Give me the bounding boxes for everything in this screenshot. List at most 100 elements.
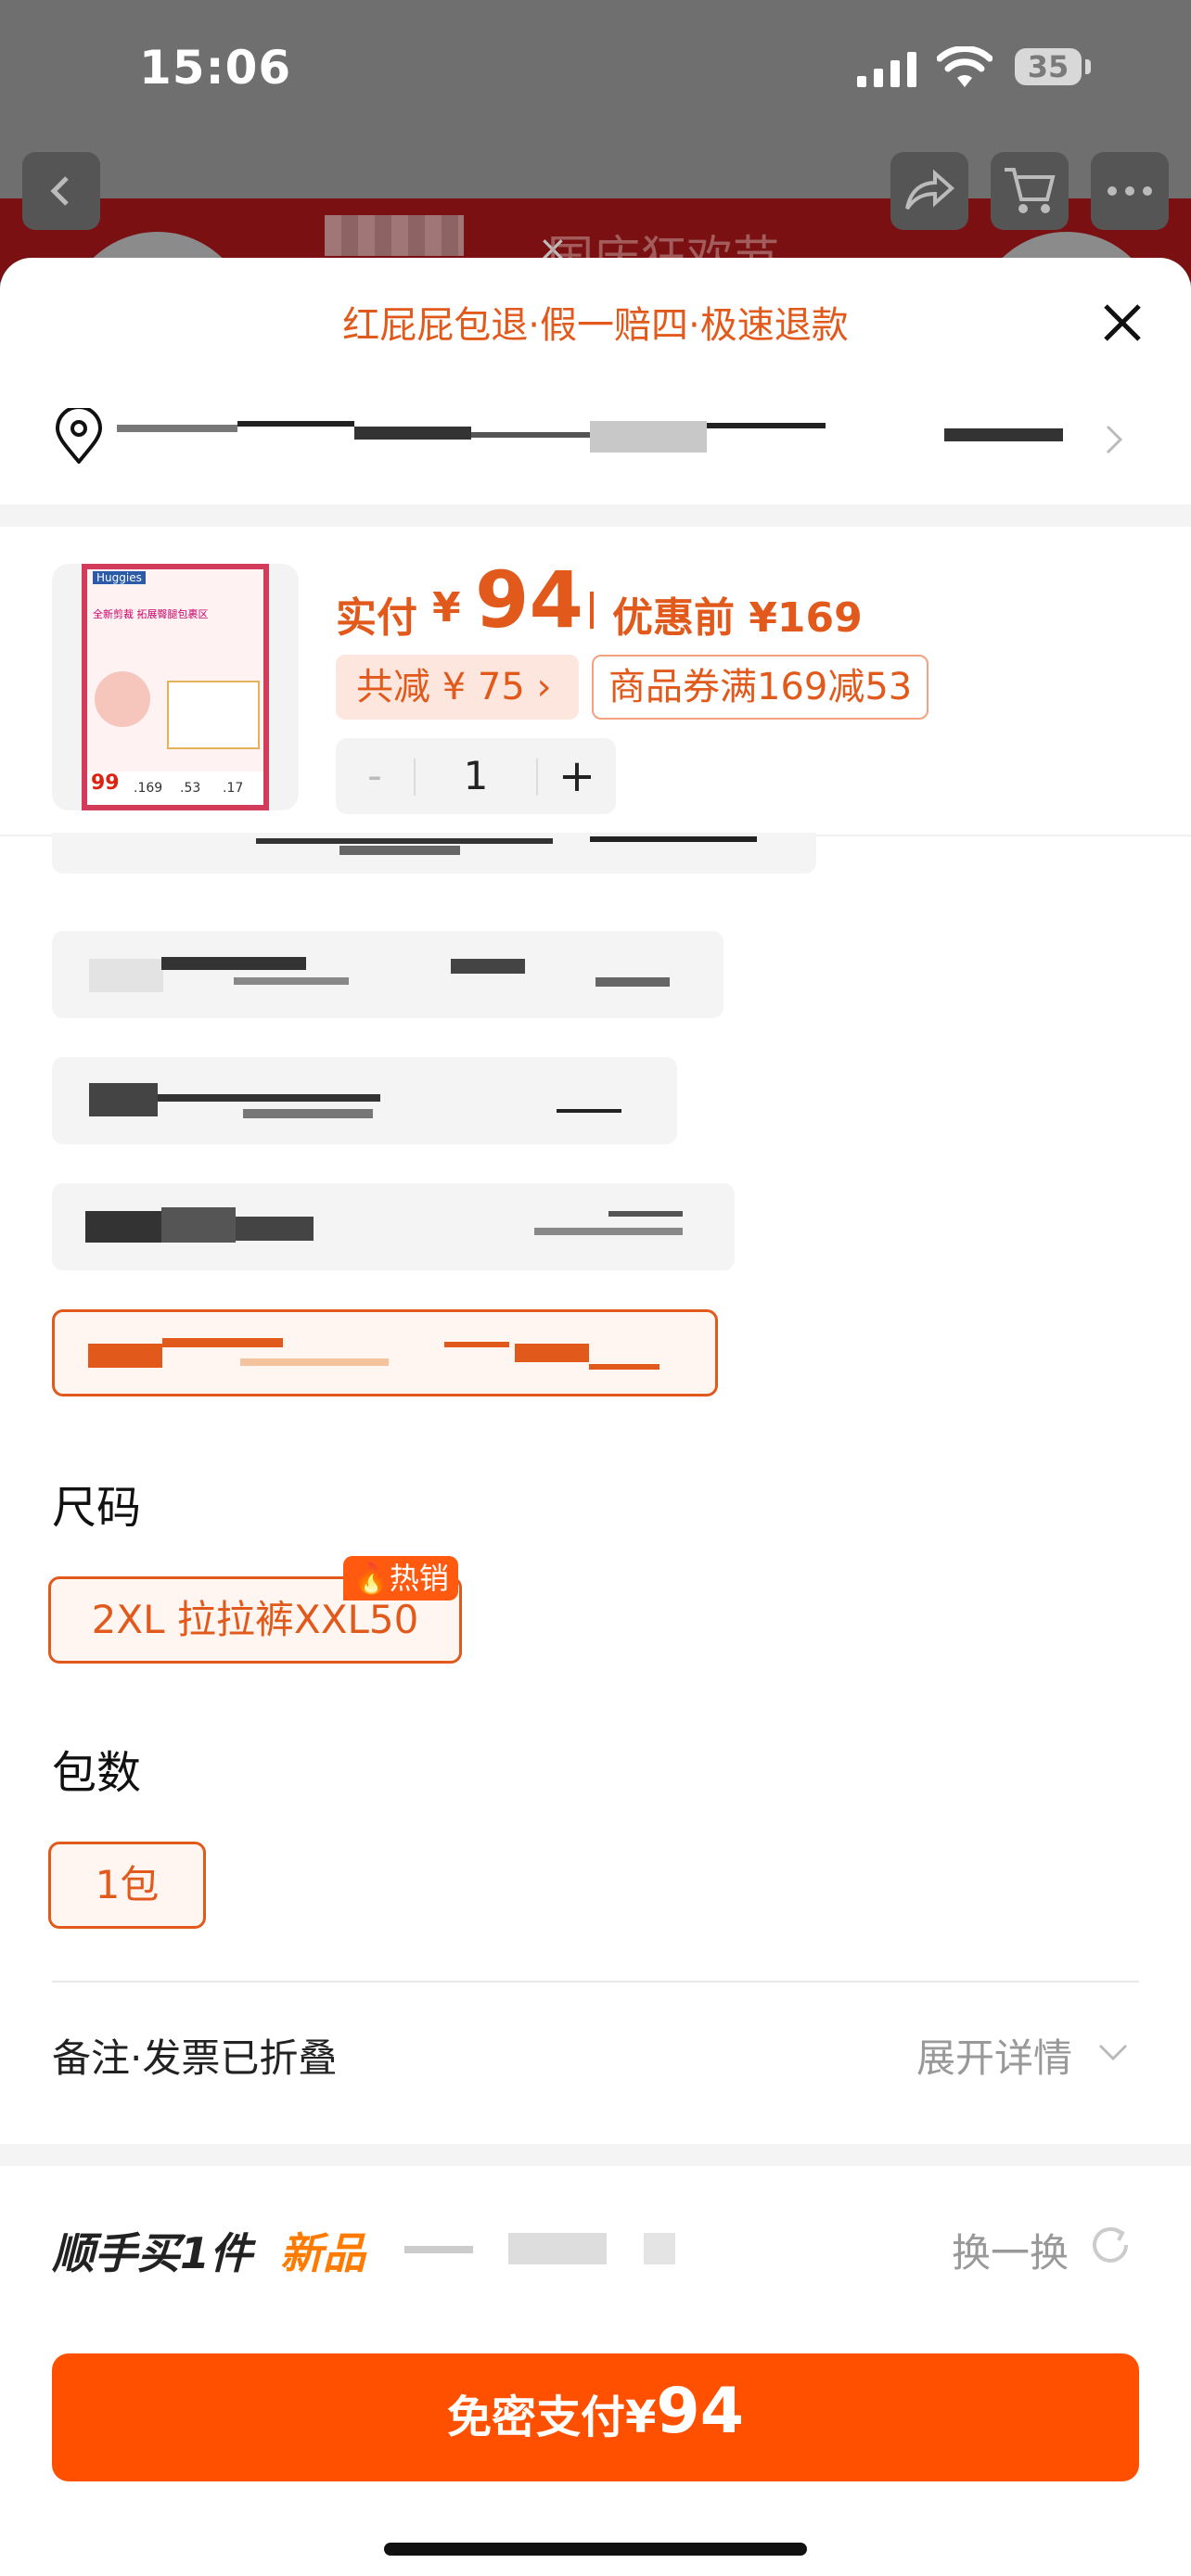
hot-sale-label: 热销 [389, 1561, 449, 1596]
addon-new-label: 新品 [280, 2228, 365, 2278]
pack-section-title: 包数 [52, 1747, 142, 1799]
option-redacted [557, 1109, 621, 1113]
image-price-strip: 99 .169 .53 .17 [87, 772, 263, 805]
pack-option-1[interactable]: 1包 [48, 1842, 206, 1929]
cart-icon [1005, 168, 1056, 213]
hot-sale-badge: 🔥热销 [343, 1556, 458, 1600]
discount-total-button[interactable]: 共减 ¥ 75 › [336, 655, 579, 720]
option-redacted [85, 1211, 163, 1243]
quantity-stepper: - 1 + [336, 738, 616, 814]
image-size: .17 [223, 781, 244, 796]
quantity-value[interactable]: 1 [416, 738, 536, 814]
product-image: Huggies 全新剪裁 拓展臀腿包裹区 99 .169 .53 .17 [52, 564, 299, 810]
status-time: 15:06 [139, 41, 292, 95]
style-option[interactable] [52, 1057, 677, 1144]
option-redacted [515, 1344, 589, 1362]
more-icon [1108, 186, 1152, 196]
swap-button[interactable]: 换一换 [952, 2222, 1069, 2278]
addon-redacted [404, 2246, 473, 2253]
style-option[interactable] [52, 931, 724, 1018]
cart-button[interactable] [991, 152, 1069, 230]
image-baby [95, 671, 150, 727]
back-button[interactable] [22, 152, 100, 230]
guarantee-banner: 红屁屁包退·假一赔四·极速退款 [342, 304, 849, 347]
chevron-right-icon [1106, 425, 1123, 454]
paid-currency: ¥ [432, 584, 461, 631]
flame-icon: 🔥 [352, 1561, 390, 1596]
brand-logo: Huggies [93, 571, 146, 584]
size-section-title: 尺码 [52, 1482, 142, 1534]
option-redacted [243, 1109, 373, 1118]
address-redacted [944, 428, 1063, 441]
memo-invoice-label: 备注·发票已折叠 [52, 2035, 338, 2081]
more-button[interactable] [1091, 152, 1169, 230]
signal-icon [857, 52, 916, 87]
option-redacted [590, 836, 757, 842]
option-redacted [158, 1094, 380, 1102]
address-redacted [354, 427, 471, 440]
image-size: .53 [180, 781, 201, 796]
image-caption: 全新剪裁 拓展臀腿包裹区 [93, 608, 209, 620]
option-redacted [444, 1342, 509, 1347]
chevron-down-icon [1098, 2044, 1128, 2061]
option-redacted [240, 1358, 389, 1366]
address-redacted [117, 425, 237, 432]
option-redacted [339, 846, 460, 855]
style-option-selected[interactable] [52, 1309, 718, 1396]
option-redacted [161, 1207, 236, 1243]
order-sheet: 红屁屁包退·假一赔四·极速退款 Huggies 全新剪裁 拓展臀腿包裹区 99 … [0, 258, 1191, 2576]
pay-button-label: 免密支付 [446, 2391, 625, 2443]
image-size: .169 [134, 781, 163, 796]
option-redacted [608, 1211, 683, 1217]
battery-icon: 35 [1015, 48, 1082, 85]
product-image-artwork: Huggies 全新剪裁 拓展臀腿包裹区 99 .169 .53 .17 [82, 564, 269, 810]
option-redacted [161, 957, 306, 970]
option-redacted [451, 959, 525, 974]
style-option[interactable] [52, 1183, 735, 1270]
original-price: 优惠前 ¥169 [612, 594, 863, 642]
pay-amount: 94 [656, 2375, 745, 2448]
close-icon [1104, 304, 1141, 341]
address-redacted [471, 432, 590, 438]
option-redacted [256, 838, 553, 844]
option-redacted [89, 959, 163, 992]
style-option[interactable] [52, 833, 816, 874]
close-button[interactable] [1093, 293, 1152, 352]
option-redacted [88, 1344, 162, 1368]
location-pin-icon [55, 408, 103, 464]
share-button[interactable] [890, 152, 968, 230]
option-redacted [234, 977, 349, 985]
decrease-button[interactable]: - [336, 738, 414, 814]
home-indicator [384, 2543, 807, 2556]
option-redacted [236, 1217, 314, 1241]
addon-redacted [644, 2233, 675, 2264]
option-redacted [534, 1228, 683, 1235]
section-divider [0, 504, 1191, 527]
pay-currency: ¥ [624, 2391, 657, 2443]
share-icon [905, 170, 955, 210]
image-price: 99 [91, 772, 120, 795]
image-panel [167, 681, 260, 749]
pay-button[interactable]: 免密支付¥94 [52, 2353, 1139, 2481]
expand-details-button[interactable]: 展开详情 [916, 2027, 1072, 2084]
option-redacted [596, 977, 670, 987]
battery-tip [1085, 59, 1091, 74]
chevron-left-icon [50, 176, 69, 206]
wifi-icon [937, 46, 992, 87]
address-redacted [707, 423, 826, 428]
option-redacted [162, 1338, 283, 1347]
addon-redacted [508, 2233, 607, 2264]
background-redacted-logo [325, 215, 464, 256]
address-redacted [237, 421, 354, 427]
increase-button[interactable]: + [538, 738, 616, 814]
divider [52, 1981, 1139, 1983]
addon-title: 顺手买1件 [52, 2228, 253, 2278]
coupon-tag: 商品券满169减53 [592, 655, 929, 720]
address-redacted [590, 421, 707, 453]
option-redacted [89, 1083, 158, 1116]
refresh-icon [1093, 2227, 1128, 2263]
option-redacted [589, 1364, 660, 1370]
paid-label: 实付 [336, 594, 417, 642]
section-divider [0, 2144, 1191, 2166]
price-separator [590, 592, 594, 629]
